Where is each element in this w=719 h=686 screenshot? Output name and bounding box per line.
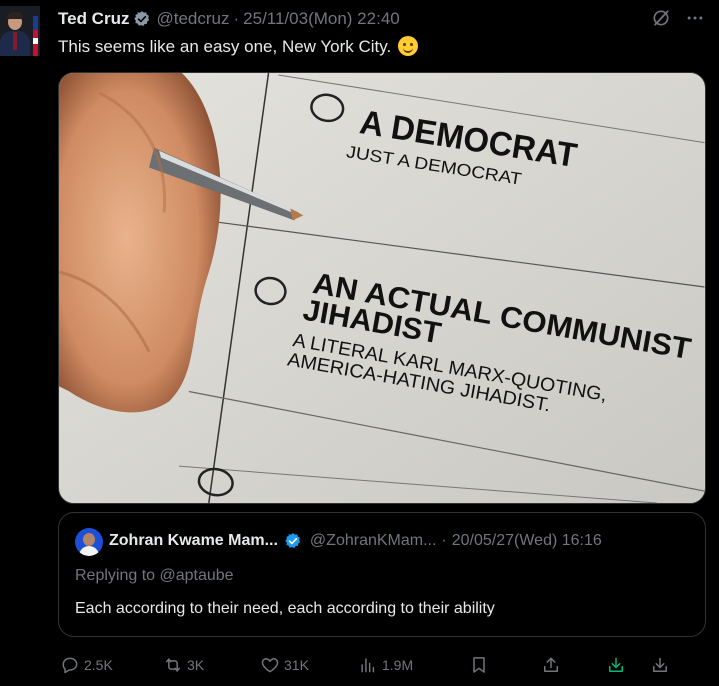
repost-icon [166,658,180,672]
tweet-text: This seems like an easy one, New York Ci… [58,36,418,57]
author-handle[interactable]: @tedcruz [156,9,229,29]
avatar-flag [33,16,38,56]
quoted-header-separator: · [441,532,447,549]
download-icon [653,657,667,672]
like-count: 31K [284,657,309,673]
repost-count: 3K [187,657,205,673]
share-button[interactable] [541,652,561,678]
header-separator: · [233,9,240,28]
like-icon [261,658,279,673]
grok-icon[interactable] [651,8,671,28]
quoted-tweet-header: Zohran Kwame Mam... @ZohranKMam... · 20/… [109,532,602,550]
download-green-button[interactable] [606,652,626,678]
share-icon [544,657,558,672]
quoted-tweet-timestamp[interactable]: 20/05/27(Wed) 16:16 [452,532,602,550]
repost-button[interactable]: 3K [163,652,204,678]
quoted-author-avatar[interactable] [75,528,103,556]
tweet-text-content: This seems like an easy one, New York Ci… [58,37,392,56]
views-count: 1.9M [382,657,414,673]
quoted-author-name[interactable]: Zohran Kwame Mam... [109,532,278,550]
quoted-tweet[interactable]: Zohran Kwame Mam... @ZohranKMam... · 20/… [58,512,706,637]
verified-icon[interactable] [284,532,302,550]
quoted-author-handle[interactable]: @ZohranKMam... [310,532,437,550]
bookmark-icon [473,657,485,673]
action-bar: 2.5K 3K 31K 1.9M [58,652,678,678]
tweet-header: Ted Cruz @tedcruz · 25/11/03(Mon) 22:40 [58,8,400,30]
more-icon[interactable] [685,8,705,28]
reply-button[interactable]: 2.5K [60,652,113,678]
quoted-avatar-body [79,546,99,556]
author-avatar[interactable] [0,6,40,56]
top-right-icons [651,8,705,28]
reply-count: 2.5K [84,657,113,673]
download-green-icon [609,657,623,672]
quoted-tweet-text: Each according to their need, each accor… [75,600,495,617]
tweet-timestamp[interactable]: 25/11/03(Mon) 22:40 [243,9,400,29]
bookmark-button[interactable] [469,652,489,678]
melting-face-emoji-icon [397,36,418,56]
download-button[interactable] [650,652,670,678]
author-name[interactable]: Ted Cruz [58,9,129,29]
tweet[interactable]: Ted Cruz @tedcruz · 25/11/03(Mon) 22:40 … [0,0,719,686]
views-button[interactable]: 1.9M [358,652,413,678]
like-button[interactable]: 31K [260,652,309,678]
quoted-replying-to: Replying to @aptaube [75,567,234,584]
avatar-hair [7,12,23,19]
avatar-tie [13,32,17,50]
verified-icon[interactable] [133,10,151,28]
tweet-image[interactable]: A DEMOCRAT JUST A DEMOCRAT AN ACTUAL COM… [58,72,706,504]
reply-icon [62,657,78,674]
views-icon [361,658,375,673]
quoted-avatar-head [83,533,95,546]
ballot-image: A DEMOCRAT JUST A DEMOCRAT AN ACTUAL COM… [59,73,705,503]
